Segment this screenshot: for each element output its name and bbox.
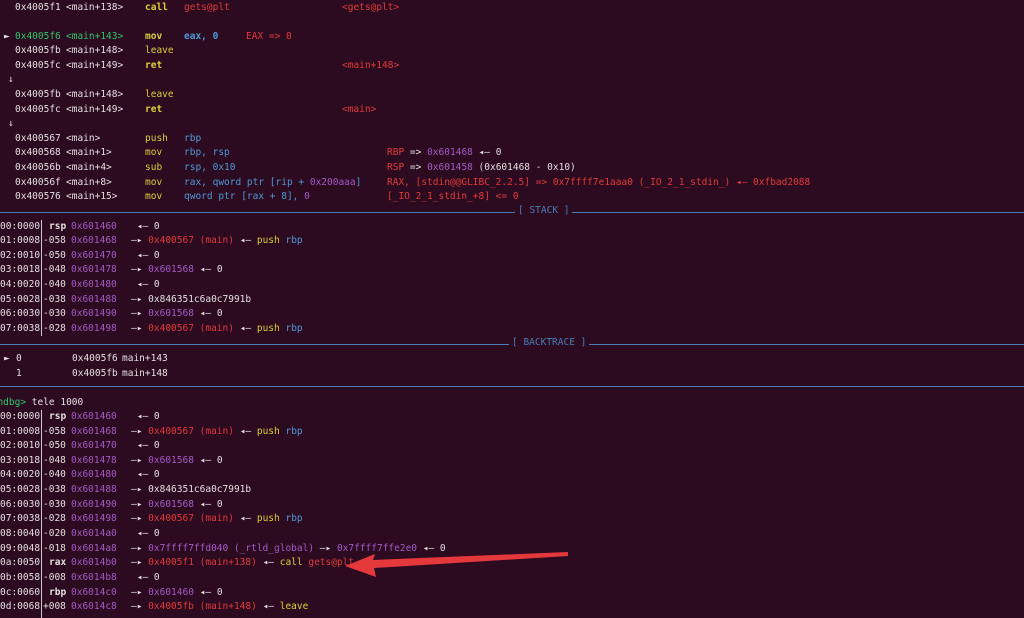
annotation-arrow	[345, 552, 568, 577]
